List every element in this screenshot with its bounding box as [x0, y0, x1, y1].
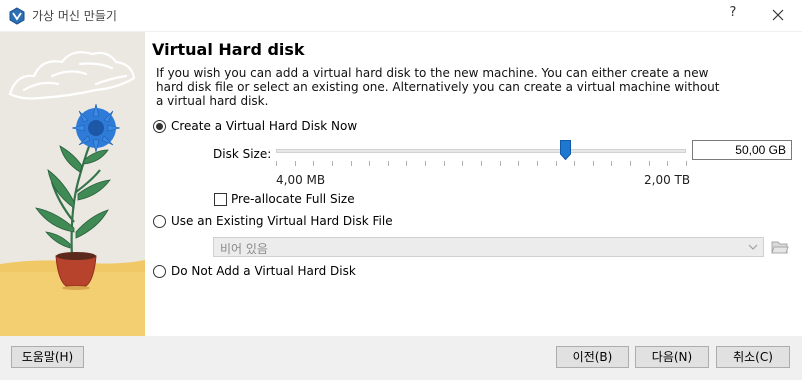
create-disk-radio[interactable]	[153, 120, 166, 133]
slider-handle[interactable]	[560, 140, 571, 160]
slider-tick	[351, 161, 352, 166]
close-icon[interactable]	[768, 4, 788, 26]
slider-max-label: 2,00 TB	[644, 173, 691, 187]
no-disk-radio[interactable]	[153, 265, 166, 278]
slider-tick	[518, 161, 519, 166]
disk-size-label: Disk Size:	[213, 147, 272, 161]
wizard-page: Virtual Hard disk If you wish you can ad…	[145, 32, 802, 336]
slider-tick	[611, 161, 612, 166]
no-disk-label[interactable]: Do Not Add a Virtual Hard Disk	[171, 264, 356, 278]
existing-disk-select-value: 비어 있음	[220, 242, 268, 256]
virtualbox-logo-icon	[9, 7, 25, 25]
slider-tick	[295, 161, 296, 166]
slider-tick	[593, 161, 594, 166]
slider-tick	[667, 161, 668, 166]
preallocate-label[interactable]: Pre-allocate Full Size	[231, 192, 355, 206]
wizard-side-illustration	[0, 32, 145, 336]
help-button[interactable]: 도움말(H)	[11, 346, 84, 368]
existing-disk-select[interactable]: 비어 있음	[213, 237, 764, 257]
blue-flower	[71, 103, 121, 153]
slider-groove	[276, 149, 686, 153]
slider-tick	[313, 161, 314, 166]
slider-tick	[444, 161, 445, 166]
folder-open-icon[interactable]	[770, 237, 790, 257]
slider-tick	[406, 161, 407, 166]
page-title: Virtual Hard disk	[152, 40, 305, 59]
slider-tick	[537, 161, 538, 166]
back-button[interactable]: 이전(B)	[556, 346, 629, 368]
slider-tick	[649, 161, 650, 166]
slider-tick	[369, 161, 370, 166]
slider-tick	[276, 161, 277, 166]
disk-size-slider[interactable]	[276, 140, 688, 168]
chevron-down-icon	[748, 244, 758, 250]
slider-tick	[574, 161, 575, 166]
use-existing-disk-label[interactable]: Use an Existing Virtual Hard Disk File	[171, 214, 393, 228]
next-button[interactable]: 다음(N)	[635, 346, 709, 368]
slider-tick	[630, 161, 631, 166]
disk-size-input[interactable]	[692, 140, 792, 160]
preallocate-checkbox[interactable]	[214, 193, 227, 206]
title-bar: 가상 머신 만들기 ?	[0, 0, 802, 32]
use-existing-disk-radio[interactable]	[153, 215, 166, 228]
slider-tick	[500, 161, 501, 166]
create-disk-label[interactable]: Create a Virtual Hard Disk Now	[171, 119, 357, 133]
slider-tick	[425, 161, 426, 166]
cancel-button[interactable]: 취소(C)	[716, 346, 790, 368]
slider-tick	[332, 161, 333, 166]
slider-tick	[686, 161, 687, 166]
context-help-button[interactable]: ?	[726, 5, 740, 20]
window-title: 가상 머신 만들기	[32, 9, 117, 23]
button-bar: 도움말(H) 이전(B) 다음(N) 취소(C)	[0, 336, 802, 380]
slider-tick	[388, 161, 389, 166]
slider-min-label: 4,00 MB	[276, 173, 326, 187]
slider-tick	[462, 161, 463, 166]
slider-tick	[481, 161, 482, 166]
page-description: If you wish you can add a virtual hard d…	[156, 66, 720, 108]
slider-tick	[556, 161, 557, 166]
